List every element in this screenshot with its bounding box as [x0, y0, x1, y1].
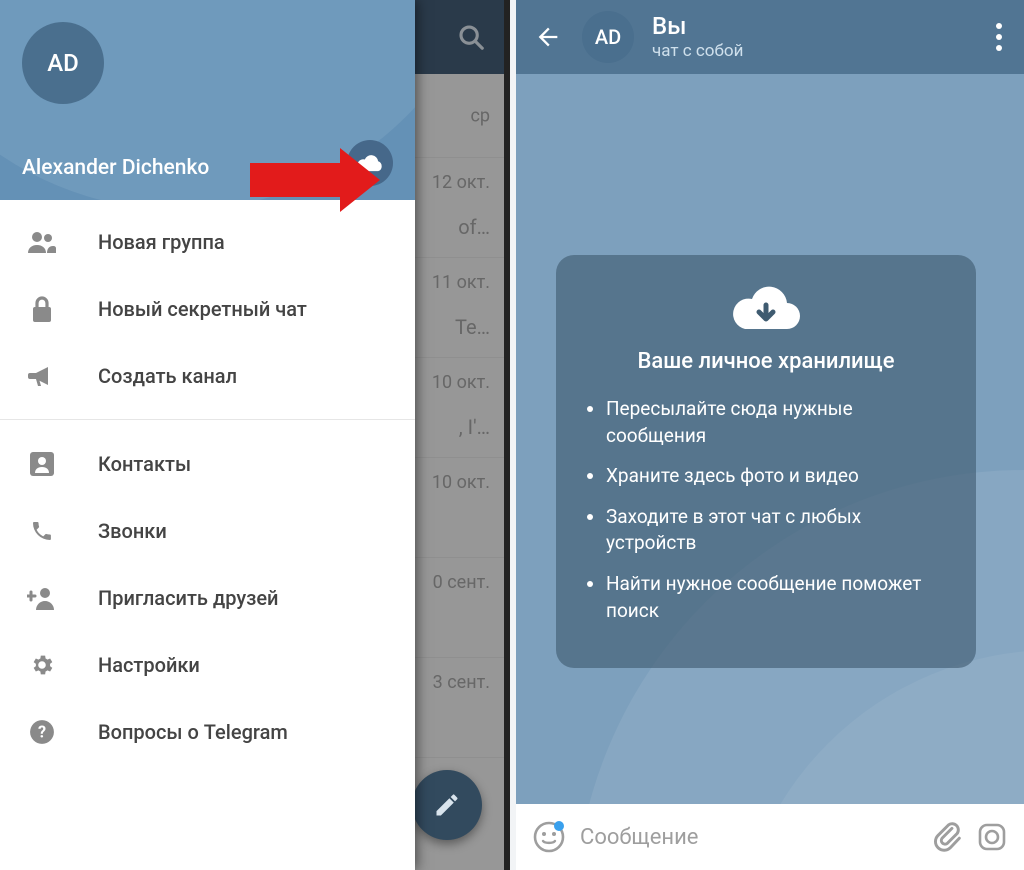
annotation-arrow: [250, 148, 380, 212]
more-button[interactable]: [990, 23, 1008, 51]
intro-bullet: Найти нужное сообщение поможет поиск: [606, 571, 948, 624]
nav-drawer: AD Alexander Dichenko Новая группа: [0, 0, 415, 870]
menu-divider: [0, 419, 415, 420]
compose-fab[interactable]: [412, 770, 482, 840]
menu-label: Создать канал: [98, 364, 237, 388]
menu-secret-chat[interactable]: Новый секретный чат: [0, 275, 415, 342]
menu-label: Новая группа: [98, 230, 225, 254]
intro-bullet: Заходите в этот чат с любых устройств: [606, 504, 948, 557]
menu-new-group[interactable]: Новая группа: [0, 208, 415, 275]
intro-title: Ваше личное хранилище: [584, 349, 948, 374]
help-icon: ?: [24, 719, 60, 745]
menu-calls[interactable]: Звонки: [0, 497, 415, 564]
contact-icon: [24, 451, 60, 477]
menu-settings[interactable]: Настройки: [0, 631, 415, 698]
attach-button[interactable]: [932, 821, 962, 853]
emoji-button[interactable]: [532, 820, 566, 854]
chat-avatar[interactable]: AD: [582, 11, 634, 63]
chat-header: AD Вы чат с собой: [516, 0, 1024, 74]
menu-invite-friends[interactable]: Пригласить друзей: [0, 564, 415, 631]
menu-create-channel[interactable]: Создать канал: [0, 342, 415, 409]
saved-messages-chat: AD Вы чат с собой Ваше личное хранилище …: [516, 0, 1024, 870]
gear-icon: [24, 652, 60, 678]
profile-avatar[interactable]: AD: [22, 22, 104, 104]
menu-contacts[interactable]: Контакты: [0, 430, 415, 497]
pane-divider: [504, 0, 516, 870]
group-icon: [24, 231, 60, 253]
lock-icon: [24, 295, 60, 323]
menu-faq[interactable]: ? Вопросы о Telegram: [0, 698, 415, 765]
intro-bullet: Пересылайте сюда нужные сообщения: [606, 396, 948, 449]
message-composer: Сообщение: [516, 804, 1024, 870]
menu-label: Новый секретный чат: [98, 297, 307, 321]
drawer-menu: Новая группа Новый секретный чат Создать…: [0, 200, 415, 765]
message-input[interactable]: Сообщение: [580, 825, 918, 850]
menu-label: Вопросы о Telegram: [98, 720, 288, 744]
intro-bullet: Храните здесь фото и видео: [606, 463, 948, 490]
menu-label: Контакты: [98, 452, 191, 476]
chat-subtitle: чат с собой: [652, 42, 743, 61]
invite-icon: [24, 586, 60, 610]
back-button[interactable]: [532, 23, 564, 51]
chat-title: Вы: [652, 13, 743, 39]
intro-card: Ваше личное хранилище Пересылайте сюда н…: [556, 255, 976, 668]
phone-icon: [24, 519, 60, 543]
menu-label: Настройки: [98, 653, 200, 677]
svg-text:?: ?: [38, 722, 46, 741]
menu-label: Звонки: [98, 519, 167, 543]
megaphone-icon: [24, 364, 60, 388]
menu-label: Пригласить друзей: [98, 586, 278, 610]
profile-name: Alexander Dichenko: [22, 156, 209, 180]
cloud-download-icon: [584, 283, 948, 335]
mic-button[interactable]: [976, 821, 1008, 853]
